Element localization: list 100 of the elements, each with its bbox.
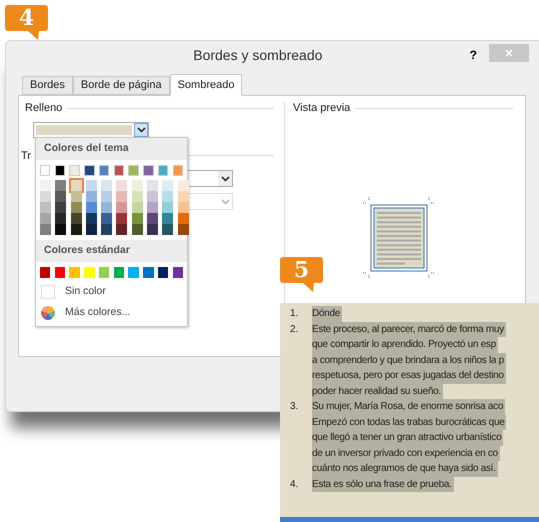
document-text: que compartir lo aprendido. Proyectó un esp bbox=[312, 337, 498, 352]
color-swatch[interactable] bbox=[84, 164, 95, 176]
tab[interactable]: Borde de página bbox=[72, 76, 170, 95]
color-swatch[interactable] bbox=[40, 164, 50, 176]
color-swatch[interactable] bbox=[114, 266, 124, 278]
window-title: Bordes y sombreado bbox=[192, 46, 324, 65]
document-text: Empezó con todas las trabas burocráticas que bbox=[312, 414, 506, 430]
color-swatch[interactable] bbox=[128, 266, 139, 278]
color-swatch[interactable] bbox=[70, 212, 82, 224]
document-text: Esta es sólo una frase de prueba. bbox=[312, 476, 454, 492]
document-text: que llegó a tener un gran atractivo urbanístico bbox=[312, 430, 504, 446]
group-label: Tr bbox=[21, 148, 31, 164]
color-swatch[interactable] bbox=[132, 224, 143, 235]
color-swatch[interactable] bbox=[162, 190, 174, 202]
color-swatch[interactable] bbox=[70, 202, 82, 213]
color-swatch[interactable] bbox=[40, 266, 50, 278]
color-swatch[interactable] bbox=[178, 212, 189, 224]
menu-item[interactable]: Más colores... bbox=[36, 304, 187, 322]
help-button[interactable]: ? bbox=[470, 46, 477, 64]
color-swatch[interactable] bbox=[147, 190, 158, 202]
color-swatch[interactable] bbox=[40, 212, 51, 224]
color-swatch[interactable] bbox=[132, 212, 143, 224]
fill-color-dropdown[interactable] bbox=[33, 122, 149, 138]
color-swatch[interactable] bbox=[116, 212, 128, 224]
color-swatch[interactable] bbox=[116, 224, 128, 235]
color-swatch[interactable] bbox=[40, 180, 51, 191]
chevron-down-icon bbox=[220, 176, 230, 182]
color-swatch[interactable] bbox=[162, 224, 174, 235]
document-text: de un inversor privado con experiencia en co bbox=[312, 446, 500, 461]
color-swatch[interactable] bbox=[55, 212, 66, 224]
chevron-down-icon bbox=[136, 126, 146, 132]
color-swatch[interactable] bbox=[178, 190, 189, 202]
document-text: Este proceso, al parecer, marcó de forma muy bbox=[312, 322, 506, 337]
color-swatch[interactable] bbox=[69, 266, 80, 278]
document-text: respetuosa, pero por esas jugadas del destino bbox=[312, 368, 506, 384]
color-swatch[interactable] bbox=[162, 180, 174, 191]
menu-section-title: Colores estándar bbox=[36, 240, 187, 262]
list-number: 2. bbox=[289, 322, 300, 336]
color-swatch[interactable] bbox=[86, 180, 97, 191]
tab[interactable]: Bordes bbox=[22, 76, 73, 95]
chevron-down-icon bbox=[220, 198, 230, 204]
color-swatch[interactable] bbox=[70, 224, 82, 235]
color-swatch[interactable] bbox=[132, 190, 143, 202]
color-swatch[interactable] bbox=[178, 180, 189, 191]
color-swatch[interactable] bbox=[86, 202, 97, 213]
color-swatch[interactable] bbox=[132, 202, 143, 213]
color-swatch[interactable] bbox=[84, 266, 95, 278]
color-swatch[interactable] bbox=[101, 224, 112, 235]
color-swatch[interactable] bbox=[116, 180, 128, 191]
color-swatch[interactable] bbox=[98, 266, 110, 278]
color-swatch[interactable] bbox=[178, 224, 189, 235]
color-swatch[interactable] bbox=[147, 212, 158, 224]
document-text: cuánto nos alegramos de que haya sido así. bbox=[312, 461, 498, 476]
color-swatch[interactable] bbox=[55, 224, 66, 235]
menu-section-title: Colores del tema bbox=[36, 138, 187, 160]
color-swatch[interactable] bbox=[147, 180, 158, 191]
color-swatch[interactable] bbox=[132, 180, 143, 191]
empty-swatch-icon bbox=[41, 284, 55, 298]
color-wheel-icon bbox=[41, 306, 55, 320]
color-swatch[interactable] bbox=[158, 266, 168, 278]
color-swatch[interactable] bbox=[101, 212, 112, 224]
color-swatch[interactable] bbox=[128, 164, 139, 176]
color-swatch[interactable] bbox=[101, 190, 112, 202]
color-swatch[interactable] bbox=[40, 224, 51, 235]
color-swatch[interactable] bbox=[116, 190, 128, 202]
color-swatch[interactable] bbox=[158, 164, 168, 176]
color-swatch[interactable] bbox=[55, 190, 66, 202]
color-swatch[interactable] bbox=[54, 266, 66, 278]
color-swatch[interactable] bbox=[143, 164, 154, 176]
color-swatch[interactable] bbox=[40, 190, 51, 202]
color-swatch[interactable] bbox=[162, 202, 174, 213]
color-swatch[interactable] bbox=[143, 266, 154, 278]
color-swatch[interactable] bbox=[98, 164, 110, 176]
color-swatch[interactable] bbox=[70, 180, 82, 191]
document-text: Dónde bbox=[312, 306, 342, 322]
tab[interactable]: Sombreado bbox=[170, 74, 242, 96]
color-swatch[interactable] bbox=[101, 180, 112, 191]
color-swatch[interactable] bbox=[86, 224, 97, 235]
color-swatch[interactable] bbox=[101, 202, 112, 213]
color-swatch[interactable] bbox=[114, 164, 124, 176]
menu-item[interactable]: Sin color bbox=[36, 282, 187, 300]
color-swatch[interactable] bbox=[178, 202, 189, 213]
color-swatch[interactable] bbox=[69, 164, 80, 176]
color-swatch[interactable] bbox=[172, 164, 184, 176]
color-swatch[interactable] bbox=[86, 212, 97, 224]
color-swatch[interactable] bbox=[116, 202, 128, 213]
close-icon bbox=[505, 49, 513, 57]
color-swatch[interactable] bbox=[40, 202, 51, 213]
group-label: Vista previa bbox=[293, 101, 350, 116]
close-button[interactable] bbox=[489, 44, 529, 62]
color-swatch[interactable] bbox=[172, 266, 184, 278]
color-swatch[interactable] bbox=[55, 180, 66, 191]
color-swatch[interactable] bbox=[54, 164, 66, 176]
color-swatch[interactable] bbox=[147, 224, 158, 235]
color-swatch[interactable] bbox=[55, 202, 66, 213]
color-swatch[interactable] bbox=[147, 202, 158, 213]
color-swatch[interactable] bbox=[162, 212, 174, 224]
list-number: 4. bbox=[289, 478, 300, 492]
color-swatch[interactable] bbox=[86, 190, 97, 202]
document-text: a comprenderlo y que brindara a los niños la p bbox=[312, 352, 506, 368]
